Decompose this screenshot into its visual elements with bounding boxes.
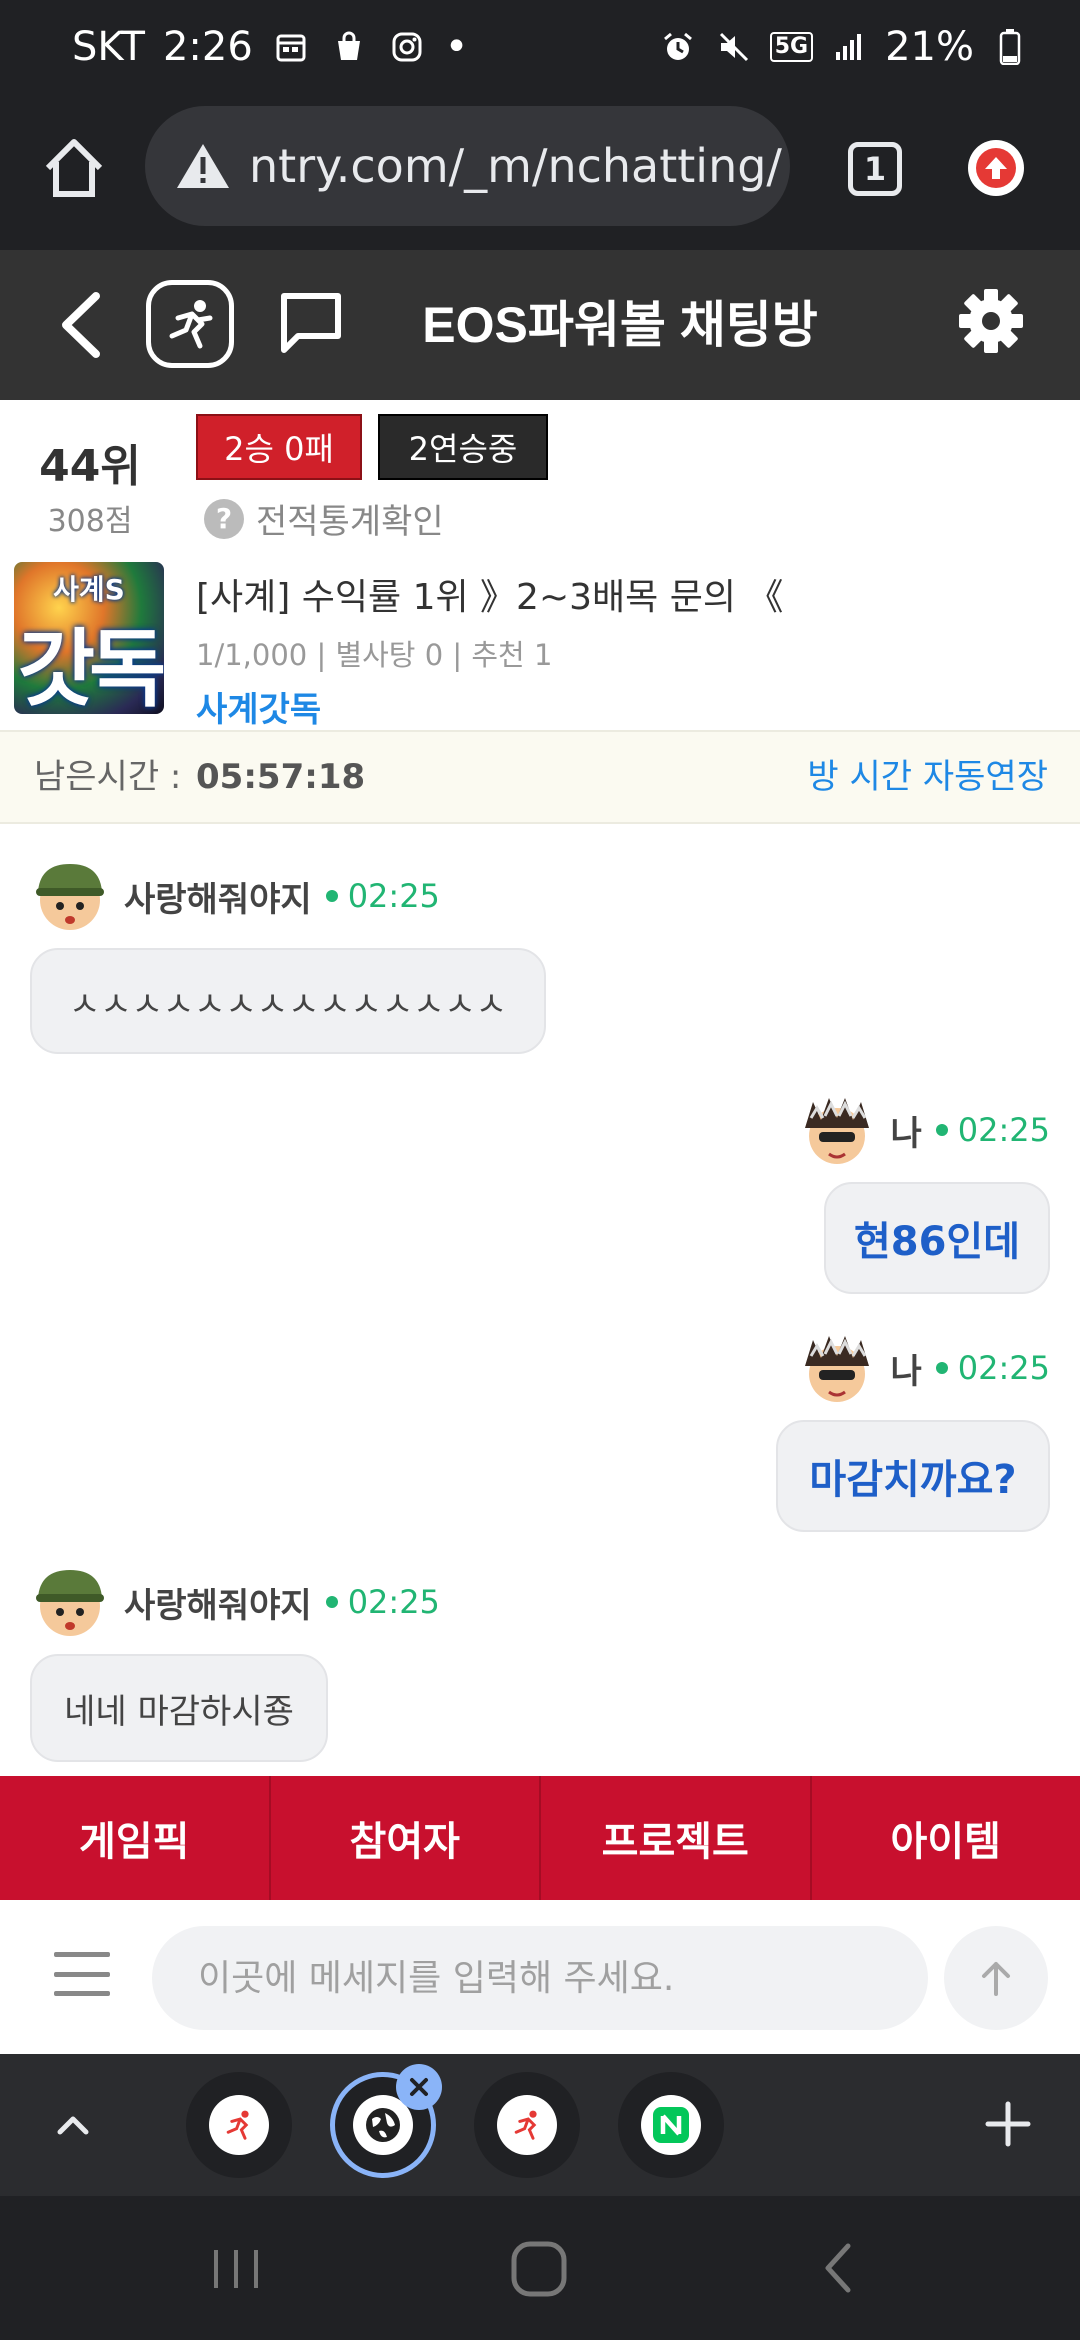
sender-name: 나 bbox=[890, 1351, 922, 1392]
url-text: ntry.com/_m/nchatting/ bbox=[249, 139, 782, 193]
chevron-up-icon[interactable] bbox=[44, 2096, 102, 2154]
message-header: 나 02:25 bbox=[797, 1090, 1050, 1170]
naver-favicon-icon bbox=[641, 2095, 701, 2155]
bottom-tab-bar: 게임픽 참여자 프로젝트 아이템 bbox=[0, 1776, 1080, 1900]
app-header: EOS파워볼 채팅방 bbox=[0, 250, 1080, 400]
message-time-text: 02:25 bbox=[957, 1111, 1050, 1149]
close-icon[interactable] bbox=[396, 2064, 442, 2110]
tab-participants[interactable]: 참여자 bbox=[271, 1776, 541, 1900]
message-time: 02:25 bbox=[935, 1349, 1050, 1387]
status-bar: SKT 2:26 • 5G 21% bbox=[0, 0, 1080, 100]
ntry-logo-button[interactable] bbox=[146, 280, 234, 368]
message-header: 사랑해줘야지 02:25 bbox=[30, 856, 440, 936]
calendar-icon bbox=[271, 27, 311, 67]
shopping-bag-icon bbox=[329, 27, 369, 67]
room-meta: 1/1,000 | 별사탕 0 | 추천 1 bbox=[196, 638, 553, 672]
chat-page: 44위 308점 2승 0패 2연승중 ? 전적통계확인 사계S 갓독 [사계]… bbox=[0, 400, 1080, 2054]
message-bubble: 마감치까요? bbox=[776, 1420, 1050, 1532]
room-owner-link[interactable]: 사계갓독 bbox=[196, 682, 1066, 731]
battery-icon bbox=[990, 27, 1030, 67]
auto-extend-link[interactable]: 방 시간 자동연장 bbox=[807, 732, 1048, 822]
tab-switcher-button[interactable]: 1 bbox=[848, 142, 902, 196]
remaining-time-bar: 남은시간 : 05:57:18 방 시간 자동연장 bbox=[0, 730, 1080, 824]
system-navigation-bar bbox=[0, 2196, 1080, 2340]
tab-group-bar bbox=[0, 2054, 1080, 2196]
tab-game-pick[interactable]: 게임픽 bbox=[0, 1776, 271, 1900]
signal-icon bbox=[829, 27, 869, 67]
online-dot bbox=[935, 1124, 948, 1136]
ntry-favicon-icon bbox=[497, 2095, 557, 2155]
remaining-time-label: 남은시간 : bbox=[34, 757, 182, 797]
mute-icon bbox=[714, 27, 754, 67]
tab-items[interactable]: 아이템 bbox=[812, 1776, 1080, 1900]
message-time-text: 02:25 bbox=[347, 1583, 440, 1621]
update-available-icon[interactable] bbox=[968, 140, 1024, 196]
network-type: 5G bbox=[769, 32, 814, 62]
tab-group-tab[interactable] bbox=[618, 2072, 724, 2178]
spiky-hair-avatar-icon[interactable] bbox=[797, 1090, 877, 1170]
ntry-favicon-icon bbox=[209, 2095, 269, 2155]
alarm-icon bbox=[658, 27, 698, 67]
online-dot bbox=[935, 1362, 948, 1374]
message-time: 02:25 bbox=[325, 877, 440, 915]
not-secure-warning-icon[interactable] bbox=[175, 141, 231, 191]
room-title: [사계] 수익률 1위 》2~3배목 문의 《 bbox=[196, 577, 784, 618]
message-time-text: 02:25 bbox=[957, 1349, 1050, 1387]
rank-points: 308점 bbox=[47, 504, 133, 539]
message-time: 02:25 bbox=[325, 1583, 440, 1621]
tab-group-tab[interactable] bbox=[474, 2072, 580, 2178]
room-thumbnail[interactable]: 사계S 갓독 bbox=[14, 562, 164, 714]
home-icon[interactable] bbox=[40, 134, 108, 202]
address-bar[interactable]: ntry.com/_m/nchatting/ bbox=[145, 106, 790, 226]
battery-percent: 21% bbox=[885, 24, 974, 70]
message-bubble: ㅅㅅㅅㅅㅅㅅㅅㅅㅅㅅㅅㅅㅅㅅ bbox=[30, 948, 546, 1054]
tab-group-tab[interactable] bbox=[186, 2072, 292, 2178]
stats-link-label: 전적통계확인 bbox=[256, 502, 444, 542]
sender-name: 나 bbox=[890, 1113, 922, 1154]
recent-apps-icon[interactable] bbox=[208, 2246, 264, 2292]
room-info: [사계] 수익률 1위 》2~3배목 문의 《 1/1,000 | 별사탕 0 … bbox=[196, 568, 1066, 731]
sender-name: 사랑해줘야지 bbox=[124, 1585, 312, 1626]
spiky-hair-avatar-icon[interactable] bbox=[797, 1328, 877, 1408]
page-title: EOS파워볼 채팅방 bbox=[422, 297, 818, 353]
send-arrow-icon[interactable] bbox=[944, 1926, 1048, 2030]
sender-name: 사랑해줘야지 bbox=[124, 879, 312, 920]
soldier-avatar-icon[interactable] bbox=[30, 1562, 110, 1642]
gear-icon[interactable] bbox=[956, 286, 1026, 356]
chat-bubble-icon[interactable] bbox=[276, 288, 346, 358]
message-composer bbox=[0, 1900, 1080, 2054]
hamburger-menu-icon[interactable] bbox=[54, 1952, 110, 1996]
help-icon: ? bbox=[204, 498, 244, 539]
browser-toolbar: ntry.com/_m/nchatting/ 1 bbox=[0, 100, 1080, 250]
back-arrow-icon[interactable] bbox=[52, 288, 112, 362]
plus-icon[interactable] bbox=[978, 2094, 1038, 2154]
notification-dot: • bbox=[444, 24, 469, 70]
rank-position: 44위 bbox=[39, 441, 141, 492]
online-dot bbox=[325, 1596, 338, 1608]
message-time-text: 02:25 bbox=[347, 877, 440, 915]
runner-icon bbox=[169, 300, 213, 349]
message-input[interactable] bbox=[152, 1926, 928, 2030]
remaining-time-value: 05:57:18 bbox=[196, 757, 366, 797]
message-bubble: 현86인데 bbox=[824, 1182, 1050, 1294]
soldier-avatar-icon[interactable] bbox=[30, 856, 110, 936]
clock: 2:26 bbox=[162, 24, 253, 70]
online-dot bbox=[325, 890, 338, 902]
user-rank: 44위 308점 bbox=[20, 430, 160, 540]
message-header: 나 02:25 bbox=[797, 1328, 1050, 1408]
streak-badge: 2연승중 bbox=[378, 414, 548, 480]
back-nav-icon[interactable] bbox=[818, 2240, 858, 2296]
tab-project[interactable]: 프로젝트 bbox=[541, 1776, 812, 1900]
instagram-icon bbox=[387, 27, 427, 67]
message-time: 02:25 bbox=[935, 1111, 1050, 1149]
thumbnail-caption-main: 갓독 bbox=[17, 620, 164, 714]
message-header: 사랑해줘야지 02:25 bbox=[30, 1562, 440, 1642]
message-bubble: 네네 마감하시죵 bbox=[30, 1654, 328, 1762]
carrier-label: SKT bbox=[72, 24, 145, 70]
stats-link[interactable]: ? 전적통계확인 bbox=[204, 494, 444, 543]
record-badge: 2승 0패 bbox=[196, 414, 362, 480]
home-nav-icon[interactable] bbox=[508, 2238, 570, 2300]
